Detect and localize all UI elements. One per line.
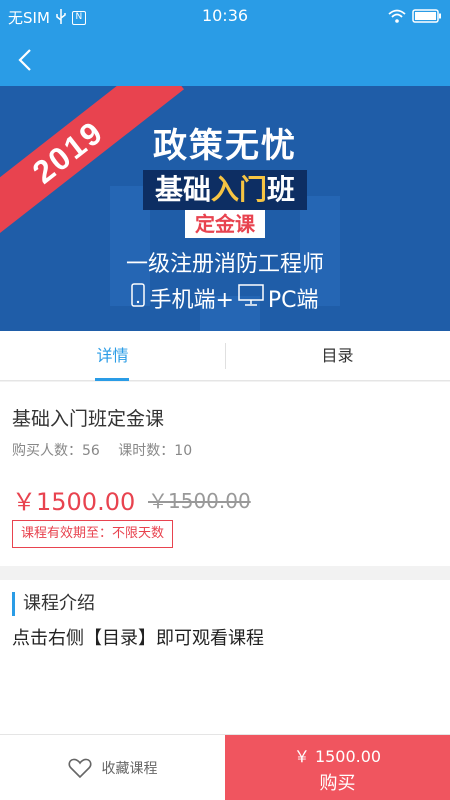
validity-badge: 课程有效期至：不限天数 xyxy=(12,520,174,548)
bottom-action-bar: 收藏课程 ￥ 1500.00 购买 xyxy=(0,734,450,800)
wifi-icon xyxy=(388,8,406,27)
intro-heading: 课程介绍 xyxy=(12,592,95,616)
buy-label: 购买 xyxy=(319,773,356,794)
buy-button[interactable]: ￥ 1500.00 购买 xyxy=(225,735,450,800)
mobile-icon xyxy=(131,283,146,313)
banner-course-name-a: 基础 xyxy=(154,173,211,206)
banner-devices: 手机端+ PC端 xyxy=(0,282,450,314)
buy-price: ￥ 1500.00 xyxy=(293,747,382,766)
tab-details[interactable]: 详情 xyxy=(0,331,225,381)
course-info-card: 基础入门班定金课 购买人数：56 课时数：10 ￥1500.00 ￥1500.0… xyxy=(0,382,450,566)
course-title: 基础入门班定金课 xyxy=(12,408,165,430)
course-intro-card: 课程介绍 点击右侧【目录】即可观看课程 xyxy=(0,580,450,734)
battery-icon xyxy=(412,8,442,27)
intro-text: 点击右侧【目录】即可观看课程 xyxy=(12,628,264,649)
status-right xyxy=(388,8,442,27)
banner-title: 政策无忧 xyxy=(153,126,297,166)
current-price: ￥1500.00 xyxy=(12,488,136,516)
banner-subtitle: 一级注册消防工程师 xyxy=(125,252,324,277)
lesson-count: 课时数：10 xyxy=(118,443,193,459)
favorite-button[interactable]: 收藏课程 xyxy=(0,735,225,800)
clock: 10:36 xyxy=(201,6,249,25)
banner-course-name: 基础入门班 xyxy=(143,170,307,210)
heart-icon xyxy=(67,758,92,779)
banner-course-name-c: 班 xyxy=(267,173,296,206)
pc-label: PC端 xyxy=(267,288,319,313)
buyers-count: 购买人数：56 xyxy=(12,443,100,459)
active-tab-indicator xyxy=(95,378,129,381)
banner-course-box: 基础入门班 定金课 xyxy=(143,170,307,242)
mobile-label: 手机端+ xyxy=(149,288,234,313)
course-banner: 2019 政策无忧 基础入门班 定金课 一级注册消防工程师 手机端+ PC端 xyxy=(0,86,450,331)
tab-bar: 详情 目录 xyxy=(0,331,450,381)
monitor-icon xyxy=(238,284,264,312)
nav-bar xyxy=(0,34,450,86)
chevron-left-icon xyxy=(18,49,31,71)
status-bar: 无SIM N 10:36 xyxy=(0,0,450,34)
course-meta: 购买人数：56 课时数：10 xyxy=(12,440,206,460)
original-price: ￥1500.00 xyxy=(148,489,251,513)
back-button[interactable] xyxy=(8,40,48,80)
banner-course-name-highlight: 入门 xyxy=(210,173,267,206)
favorite-label: 收藏课程 xyxy=(101,761,158,777)
tab-catalog[interactable]: 目录 xyxy=(225,331,450,381)
banner-course-type: 定金课 xyxy=(185,210,265,238)
